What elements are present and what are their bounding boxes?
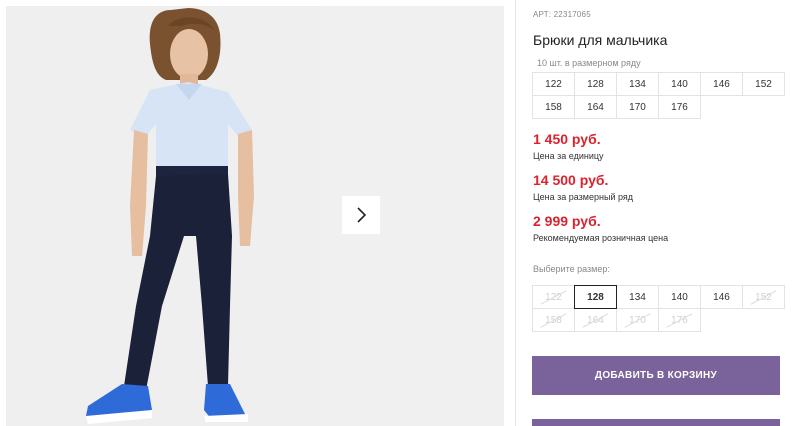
size-option[interactable]: 140: [658, 285, 701, 309]
pack-size-cell: 170: [616, 95, 659, 119]
size-option[interactable]: 146: [700, 285, 743, 309]
article-number: АРТ: 22317065: [533, 10, 591, 19]
pack-size-cell: 128: [574, 72, 617, 96]
size-option: 176: [658, 308, 701, 332]
product-title: Брюки для мальчика: [533, 32, 668, 48]
pack-size-cell: 146: [700, 72, 743, 96]
size-selector-grid: 122 128 134 140 146 152 158 164 170 176: [532, 285, 785, 332]
pack-size-cell: 176: [658, 95, 701, 119]
pack-price: 14 500 руб.: [533, 172, 609, 188]
pack-size-cell: 134: [616, 72, 659, 96]
pack-sizes-grid: 122 128 134 140 146 152 158 164 170 176: [532, 72, 785, 119]
size-option: 152: [742, 285, 785, 309]
chevron-right-icon: [357, 207, 367, 223]
pack-size-cell: 140: [658, 72, 701, 96]
size-option: 122: [532, 285, 575, 309]
pack-price-label: Цена за размерный ряд: [533, 192, 634, 202]
gallery-next-button[interactable]: [342, 196, 380, 234]
unit-price-label: Цена за единицу: [533, 151, 604, 161]
secondary-action-button[interactable]: [532, 419, 780, 426]
size-select-label: Выберите размер:: [533, 264, 610, 274]
size-option-selected[interactable]: 128: [574, 285, 617, 309]
retail-price-label: Рекомендуемая розничная цена: [533, 233, 669, 243]
pack-note: 10 шт. в размерном ряду: [537, 58, 641, 68]
pack-size-cell: 158: [532, 95, 575, 119]
add-to-cart-button[interactable]: ДОБАВИТЬ В КОРЗИНУ: [532, 356, 780, 395]
retail-price: 2 999 руб.: [533, 213, 601, 229]
unit-price: 1 450 руб.: [533, 131, 601, 147]
pack-size-cell: 164: [574, 95, 617, 119]
product-photo[interactable]: [6, 6, 319, 426]
pack-size-cell: 152: [742, 72, 785, 96]
size-option: 164: [574, 308, 617, 332]
pack-size-cell: 122: [532, 72, 575, 96]
size-option: 158: [532, 308, 575, 332]
divider: [515, 0, 516, 426]
boy-model-image: [6, 6, 319, 426]
size-option: 170: [616, 308, 659, 332]
size-option[interactable]: 134: [616, 285, 659, 309]
